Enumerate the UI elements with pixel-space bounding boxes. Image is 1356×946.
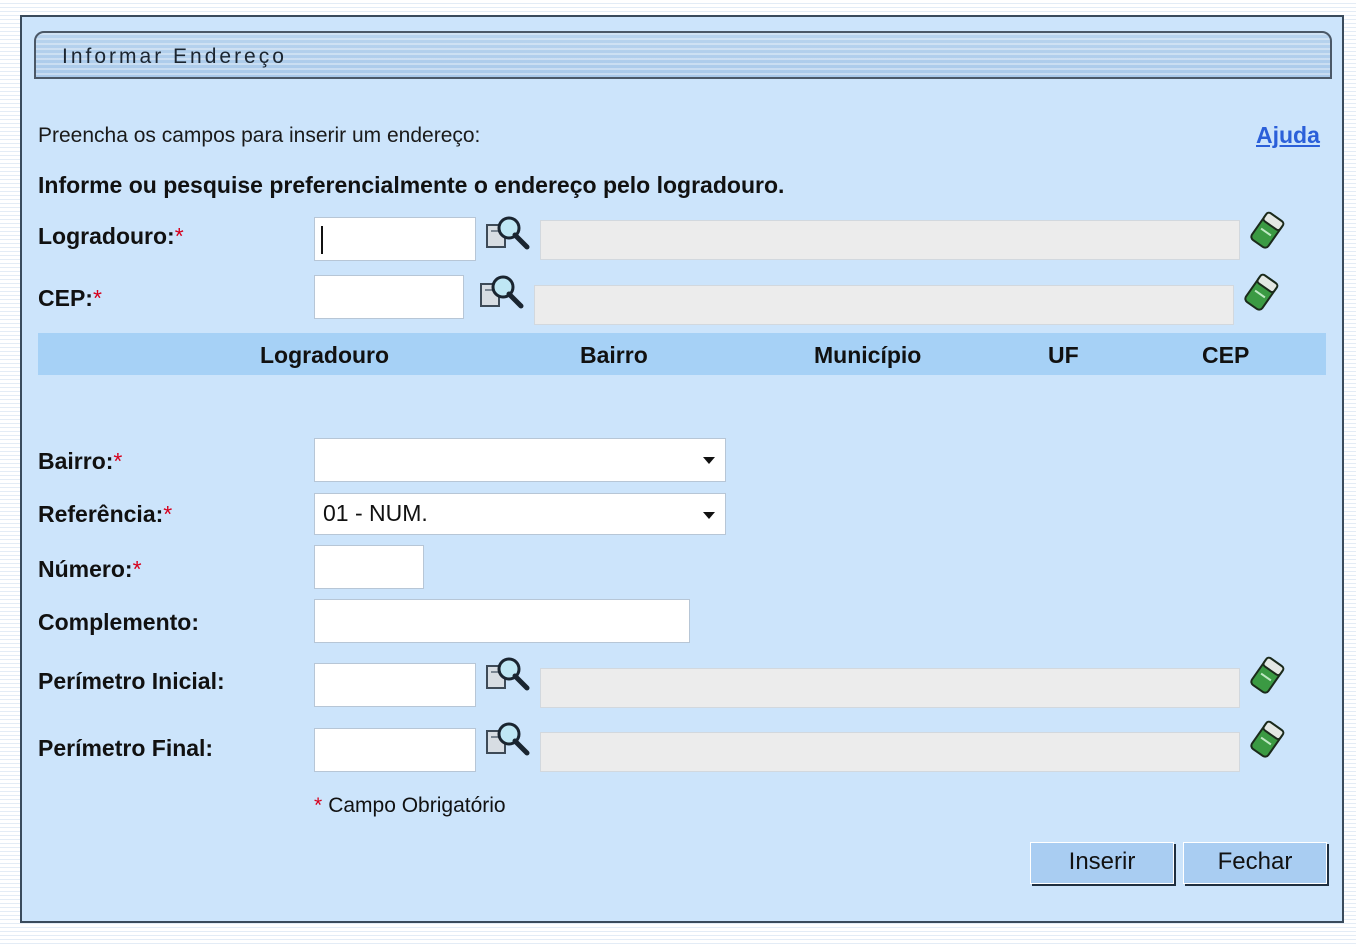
instruction-text: Informe ou pesquise preferencialmente o … bbox=[38, 172, 785, 198]
insert-button[interactable]: Inserir bbox=[1030, 842, 1174, 884]
column-header-cep: CEP bbox=[1202, 342, 1250, 368]
required-note: * Campo Obrigatório bbox=[314, 794, 506, 817]
required-mark: * bbox=[92, 285, 102, 311]
cep-clear-icon[interactable] bbox=[1240, 272, 1280, 316]
perimetro-final-search-icon[interactable] bbox=[484, 720, 532, 760]
column-header-uf: UF bbox=[1048, 342, 1079, 368]
perimetro-final-label: Perímetro Final: bbox=[38, 735, 214, 761]
logradouro-search-icon[interactable] bbox=[484, 214, 532, 254]
required-mark: * bbox=[163, 501, 173, 527]
address-panel: Informar Endereço Preencha os campos par… bbox=[20, 15, 1344, 923]
perimetro-final-clear-icon[interactable] bbox=[1246, 719, 1286, 763]
chevron-down-icon bbox=[703, 457, 715, 464]
perimetro-final-description bbox=[540, 732, 1240, 772]
referencia-label: Referência:* bbox=[38, 501, 173, 527]
perimetro-inicial-search-icon[interactable] bbox=[484, 655, 532, 695]
intro-text: Preencha os campos para inserir um ender… bbox=[38, 124, 481, 147]
logradouro-input[interactable] bbox=[314, 217, 476, 261]
logradouro-description bbox=[540, 220, 1240, 260]
perimetro-inicial-input[interactable] bbox=[314, 663, 476, 707]
title-bar: Informar Endereço bbox=[34, 31, 1332, 79]
cep-input[interactable] bbox=[314, 275, 464, 319]
required-mark: * bbox=[174, 223, 184, 249]
complemento-input[interactable] bbox=[314, 599, 690, 643]
cep-description bbox=[534, 285, 1234, 325]
complemento-label: Complemento: bbox=[38, 609, 199, 635]
required-mark: * bbox=[113, 448, 123, 474]
logradouro-label: Logradouro:* bbox=[38, 223, 184, 249]
required-mark: * bbox=[132, 556, 142, 582]
perimetro-final-input[interactable] bbox=[314, 728, 476, 772]
bairro-label: Bairro:* bbox=[38, 448, 123, 474]
window-title: Informar Endereço bbox=[62, 45, 287, 68]
perimetro-inicial-label: Perímetro Inicial: bbox=[38, 668, 225, 694]
column-header-municipio: Município bbox=[814, 342, 922, 368]
chevron-down-icon bbox=[703, 512, 715, 519]
perimetro-inicial-description bbox=[540, 668, 1240, 708]
column-header-logradouro: Logradouro bbox=[260, 342, 390, 368]
numero-label: Número:* bbox=[38, 556, 142, 582]
numero-input[interactable] bbox=[314, 545, 424, 589]
cep-search-icon[interactable] bbox=[478, 273, 526, 313]
address-table-header: Logradouro Bairro Município UF CEP bbox=[38, 333, 1326, 375]
referencia-select[interactable]: 01 - NUM. bbox=[314, 493, 726, 535]
text-cursor bbox=[321, 226, 323, 254]
bairro-select[interactable] bbox=[314, 438, 726, 482]
perimetro-inicial-clear-icon[interactable] bbox=[1246, 655, 1286, 699]
cep-label: CEP:* bbox=[38, 285, 102, 311]
logradouro-clear-icon[interactable] bbox=[1246, 210, 1286, 254]
close-button[interactable]: Fechar bbox=[1183, 842, 1327, 884]
column-header-bairro: Bairro bbox=[580, 342, 648, 368]
help-link[interactable]: Ajuda bbox=[1256, 122, 1320, 149]
